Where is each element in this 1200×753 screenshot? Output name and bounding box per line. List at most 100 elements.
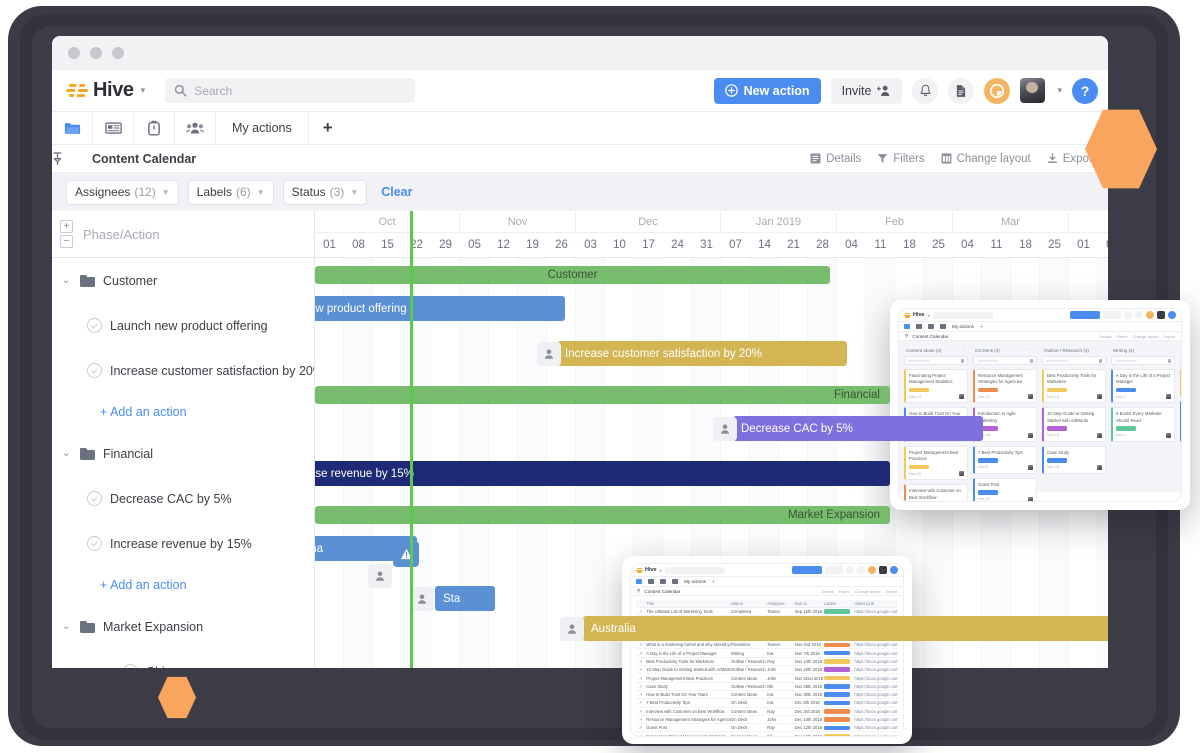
assignee-avatar-chip[interactable] xyxy=(713,417,737,441)
gantt-phase-bar[interactable]: Market Expansion xyxy=(315,506,890,524)
projects-icon[interactable] xyxy=(52,112,93,144)
time-tracking-icon[interactable] xyxy=(984,78,1010,104)
row-expand-icon[interactable]: ↗ xyxy=(636,684,646,689)
window-maximize-button[interactable] xyxy=(112,47,124,59)
cell-asset-link[interactable]: https://docs.google.com/... xyxy=(854,684,898,689)
checkbox-icon[interactable] xyxy=(87,536,102,551)
kanban-card-avatar[interactable] xyxy=(1166,394,1171,399)
tree-phase-row[interactable]: ⌄Market Expansion xyxy=(52,604,314,649)
gantt-task-bar[interactable]: Decrease CAC by 5% xyxy=(733,416,983,441)
cell-asset-link[interactable]: https://docs.google.com/... xyxy=(854,709,898,714)
add-tab-button[interactable]: + xyxy=(309,112,347,144)
tree-phase-row[interactable]: ⌄Financial xyxy=(52,431,314,476)
gantt-task-bar[interactable]: crease revenue by 15% xyxy=(315,461,890,486)
tree-action-row[interactable]: Increase customer satisfaction by 20% xyxy=(52,348,314,393)
search-box[interactable] xyxy=(165,78,415,103)
checkbox-icon[interactable] xyxy=(123,664,138,668)
gantt-phase-bar[interactable]: Financial xyxy=(315,386,890,404)
change-layout-button[interactable]: Change layout xyxy=(1133,334,1159,339)
kanban-card[interactable]: 2019 Marketing TrendsOct 31 xyxy=(1180,369,1182,397)
tree-action-row[interactable]: Increase revenue by 15% xyxy=(52,521,314,566)
window-close-button[interactable] xyxy=(68,47,80,59)
assignees-filter-chip[interactable]: Assignees (12) ▼ xyxy=(66,180,179,205)
details-button[interactable]: Details xyxy=(810,153,861,165)
checkbox-icon[interactable] xyxy=(87,363,102,378)
tab-my-actions[interactable]: My actions xyxy=(216,112,309,144)
kanban-column-header[interactable]: Editing (2)⋯⋮ xyxy=(1180,347,1182,356)
kanban-column-menu-icon[interactable]: ⋯⋮ xyxy=(1163,347,1173,353)
collapse-all-button[interactable]: − xyxy=(60,235,73,248)
help-icon[interactable]: ? xyxy=(1072,78,1098,104)
table-row[interactable]: ↗How to Build Trust On Your TeamContent … xyxy=(636,691,898,699)
row-expand-icon[interactable]: ↗ xyxy=(636,692,646,697)
row-expand-icon[interactable]: ↗ xyxy=(636,725,646,730)
clear-filters-link[interactable]: Clear xyxy=(381,185,412,199)
kanban-column-header[interactable]: Writing (2)⋯⋮ xyxy=(1111,347,1175,356)
kanban-card[interactable]: 5 Books Every Marketer Should ReadNov 1 xyxy=(1111,407,1175,441)
new-action-button[interactable]: New action xyxy=(714,78,821,104)
kanban-card-avatar[interactable] xyxy=(1166,433,1171,438)
chevron-icon[interactable]: ⌄ xyxy=(62,448,72,459)
row-expand-icon[interactable]: ↗ xyxy=(636,676,646,681)
team-icon[interactable] xyxy=(175,112,216,144)
kanban-card[interactable]: A Day in the Life of a Project ManagerNo… xyxy=(1111,369,1175,403)
add-action-link[interactable]: + Add an action xyxy=(52,393,314,431)
tree-child-row[interactable]: ⌄China xyxy=(52,649,314,668)
help-icon[interactable] xyxy=(1168,311,1176,319)
hive-logo[interactable]: Hive ▾ xyxy=(66,79,145,102)
assignee-avatar-chip[interactable] xyxy=(368,564,392,588)
tree-phase-row[interactable]: ⌄Customer xyxy=(52,258,314,303)
status-filter-chip[interactable]: Status (3) ▼ xyxy=(283,180,368,205)
avatar[interactable] xyxy=(1157,311,1165,319)
assignee-avatar-chip[interactable] xyxy=(410,587,434,611)
row-expand-icon[interactable]: ↗ xyxy=(636,717,646,722)
cell-asset-link[interactable]: https://docs.google.com/... xyxy=(854,692,898,697)
invite-button[interactable]: Invite xyxy=(831,78,903,104)
avatar-chevron-down-icon[interactable]: ▾ xyxy=(1057,85,1062,96)
table-row[interactable]: ↗7 Best Productivity TipsOn DeckKatDec 6… xyxy=(636,699,898,707)
gantt-task-bar[interactable]: Increase customer satisfaction by 20% xyxy=(557,341,847,366)
document-icon[interactable] xyxy=(948,78,974,104)
filters-button[interactable]: Filters xyxy=(1117,334,1128,339)
window-minimize-button[interactable] xyxy=(90,47,102,59)
chevron-icon[interactable]: ⌄ xyxy=(62,275,72,286)
gantt-task-bar[interactable]: Sta xyxy=(435,586,495,611)
pin-icon[interactable] xyxy=(52,152,92,165)
chevron-icon[interactable]: ⌄ xyxy=(105,666,115,668)
assignee-avatar-chip[interactable] xyxy=(560,617,584,641)
row-expand-icon[interactable]: ↗ xyxy=(636,700,646,705)
kanban-create-action-input[interactable] xyxy=(1111,356,1175,365)
table-row[interactable]: ↗Resource Management Strategies for Agen… xyxy=(636,716,898,724)
cell-asset-link[interactable]: https://docs.google.com/... xyxy=(854,676,898,681)
gantt-task-bar[interactable]: h new product offering xyxy=(315,296,565,321)
checkbox-icon[interactable] xyxy=(87,491,102,506)
change-layout-button[interactable]: Change layout xyxy=(941,153,1031,165)
notifications-bell-icon[interactable] xyxy=(912,78,938,104)
chevron-icon[interactable]: ⌄ xyxy=(62,621,72,632)
kanban-card[interactable]: What the Experts are Saying: Interview w… xyxy=(1180,401,1182,442)
search-input[interactable] xyxy=(194,84,406,98)
gantt-task-bar[interactable]: Australia xyxy=(583,616,1108,641)
document-icon[interactable] xyxy=(1135,311,1143,319)
table-row[interactable]: ↗Fascinating Project Management Statisti… xyxy=(636,732,898,737)
news-icon[interactable] xyxy=(93,112,134,144)
tree-action-row[interactable]: Launch new product offering xyxy=(52,303,314,348)
cell-asset-link[interactable]: https://docs.google.com/... xyxy=(854,734,898,737)
milestone-marker[interactable] xyxy=(393,541,419,567)
filters-button[interactable]: Filters xyxy=(877,153,924,165)
cell-asset-link[interactable]: https://docs.google.com/... xyxy=(854,725,898,730)
row-expand-icon[interactable]: ↗ xyxy=(636,734,646,737)
table-row[interactable]: ↗Guest PostOn DeckRayDec 12th 2018https:… xyxy=(636,724,898,732)
expand-all-button[interactable]: + xyxy=(60,220,73,233)
bell-icon[interactable] xyxy=(1124,311,1132,319)
cell-asset-link[interactable]: https://docs.google.com/... xyxy=(854,717,898,722)
gantt-phase-bar[interactable]: Customer xyxy=(315,266,830,284)
cell-asset-link[interactable]: https://docs.google.com/... xyxy=(854,700,898,705)
table-row[interactable]: ↗Interview with Customer on Best Workflo… xyxy=(636,708,898,716)
labels-filter-chip[interactable]: Labels (6) ▼ xyxy=(188,180,274,205)
export-button[interactable]: Export xyxy=(1163,334,1175,339)
chevron-down-icon[interactable]: ▾ xyxy=(141,85,146,96)
checkbox-icon[interactable] xyxy=(87,318,102,333)
add-action-link[interactable]: + Add an action xyxy=(52,566,314,604)
time-tracking-icon[interactable] xyxy=(1146,311,1154,319)
